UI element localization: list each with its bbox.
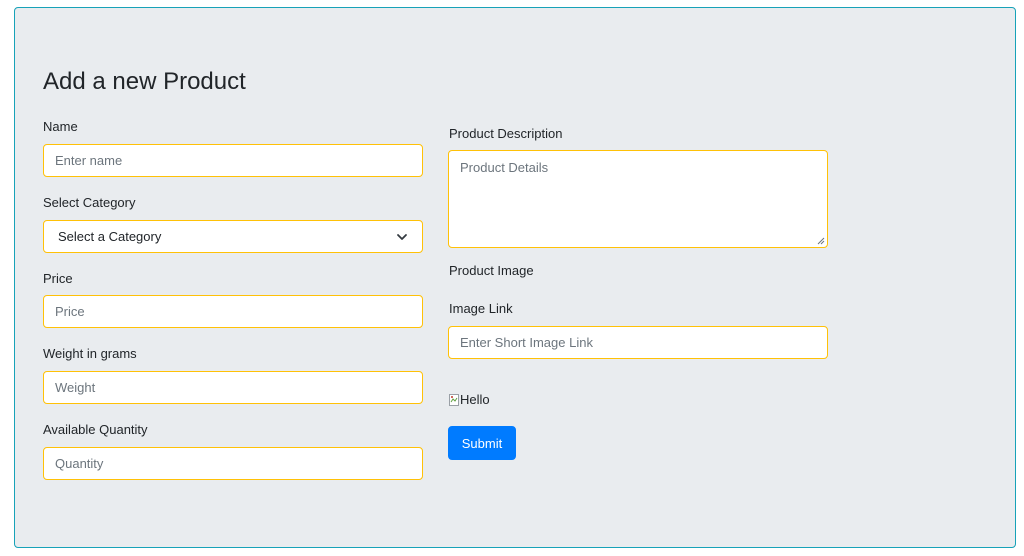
category-select[interactable]: Select a Category bbox=[43, 220, 423, 253]
price-input[interactable] bbox=[43, 295, 423, 328]
page-title: Add a new Product bbox=[43, 68, 246, 95]
quantity-label: Available Quantity bbox=[43, 422, 148, 437]
image-link-input[interactable] bbox=[448, 326, 828, 359]
image-preview-alt-text: Hello bbox=[460, 392, 490, 407]
description-textarea[interactable] bbox=[448, 150, 828, 248]
quantity-input[interactable] bbox=[43, 447, 423, 480]
broken-image-icon bbox=[449, 393, 459, 406]
product-form-panel: Add a new Product Name Select Category S… bbox=[14, 7, 1016, 548]
image-link-label: Image Link bbox=[449, 301, 513, 316]
resize-grip-icon[interactable] bbox=[817, 237, 825, 245]
image-preview: Hello bbox=[449, 392, 490, 407]
product-image-label: Product Image bbox=[449, 263, 534, 278]
name-label: Name bbox=[43, 119, 78, 134]
chevron-down-icon bbox=[397, 233, 407, 240]
category-select-value: Select a Category bbox=[58, 229, 162, 244]
name-input[interactable] bbox=[43, 144, 423, 177]
weight-input[interactable] bbox=[43, 371, 423, 404]
category-label: Select Category bbox=[43, 195, 136, 210]
submit-button[interactable]: Submit bbox=[448, 426, 516, 460]
weight-label: Weight in grams bbox=[43, 346, 137, 361]
price-label: Price bbox=[43, 271, 73, 286]
description-label: Product Description bbox=[449, 126, 563, 141]
